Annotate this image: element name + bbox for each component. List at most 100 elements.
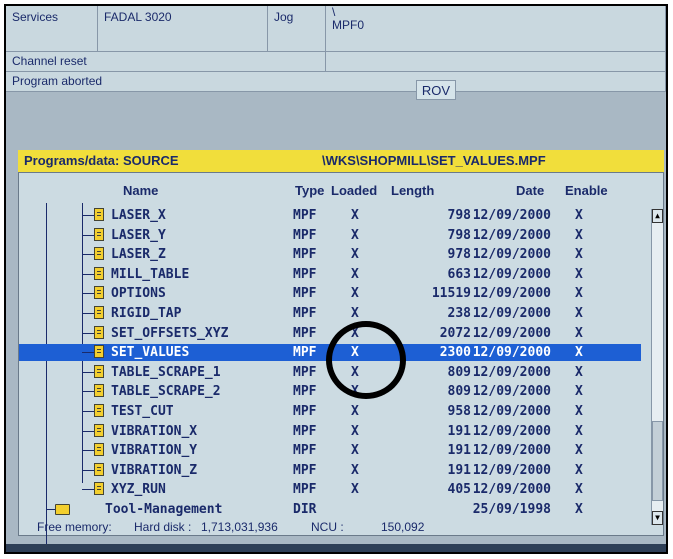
programs-current-path: \WKS\SHOPMILL\SET_VALUES.MPF <box>322 153 546 168</box>
cell-enable: X <box>575 423 583 439</box>
file-icon <box>94 286 104 300</box>
column-header-enable[interactable]: Enable <box>565 183 608 198</box>
scroll-up-button[interactable]: ▲ <box>652 209 663 223</box>
cell-type: MPF <box>293 384 317 400</box>
column-header-name[interactable]: Name <box>123 183 158 198</box>
file-icon <box>94 325 104 339</box>
active-program: MPF0 <box>332 18 365 32</box>
memory-footer: Free memory: Hard disk : 1,713,031,936 N… <box>19 520 663 535</box>
programs-header: Programs/data: SOURCE \WKS\SHOPMILL\SET_… <box>18 150 664 172</box>
path-prefix: \ <box>332 5 336 19</box>
cell-date: 12/09/2000 <box>472 345 551 361</box>
program-row[interactable]: SET_OFFSETS_XYZ MPF X 2072 12/09/2000 X <box>19 325 641 342</box>
cell-date: 12/09/2000 <box>472 462 551 478</box>
program-row[interactable]: TABLE_SCRAPE_2 MPF X 809 12/09/2000 X <box>19 383 641 400</box>
file-icon <box>94 364 104 378</box>
cell-date: 12/09/2000 <box>472 286 551 302</box>
cell-name: LASER_Z <box>111 247 166 263</box>
program-row[interactable]: LASER_Y MPF X 798 12/09/2000 X <box>19 227 641 244</box>
cell-date: 12/09/2000 <box>472 325 551 341</box>
program-row[interactable]: RIGID_TAP MPF X 238 12/09/2000 X <box>19 305 641 322</box>
folder-icon <box>55 504 70 515</box>
cell-loaded: X <box>351 227 359 243</box>
cell-type: MPF <box>293 423 317 439</box>
program-row[interactable]: OPTIONS MPF X 11519 12/09/2000 X <box>19 285 641 302</box>
program-row[interactable]: VIBRATION_X MPF X 191 12/09/2000 X <box>19 423 641 440</box>
cell-loaded: X <box>351 306 359 321</box>
cell-type: MPF <box>293 227 317 243</box>
cell-loaded: X <box>351 462 359 478</box>
program-status: Program aborted <box>6 72 666 92</box>
cell-enable: X <box>575 502 583 517</box>
tree-branch <box>82 469 94 471</box>
cell-loaded: X <box>351 247 359 263</box>
cell-type: MPF <box>293 482 317 498</box>
file-icon <box>94 227 104 241</box>
program-row[interactable]: VIBRATION_Z MPF X 191 12/09/2000 X <box>19 462 641 479</box>
tree-branch <box>82 391 94 393</box>
tree-branch <box>82 371 94 373</box>
program-row[interactable]: VIBRATION_Y MPF X 191 12/09/2000 X <box>19 442 641 459</box>
scroll-thumb[interactable] <box>652 421 663 501</box>
cell-length: 978 <box>447 247 471 263</box>
tree-branch <box>82 254 94 256</box>
column-header-type[interactable]: Type <box>295 183 324 198</box>
cell-enable: X <box>575 364 583 380</box>
cell-date: 12/09/2000 <box>472 227 551 243</box>
program-row[interactable]: MILL_TABLE MPF X 663 12/09/2000 X <box>19 266 641 283</box>
ncu-value: 150,092 <box>381 520 425 534</box>
channel-status: Channel reset <box>6 52 326 72</box>
cell-loaded: X <box>351 423 359 439</box>
cell-name: XYZ_RUN <box>111 482 166 498</box>
column-header-loaded[interactable]: Loaded <box>331 183 377 198</box>
cell-name: OPTIONS <box>111 286 166 302</box>
cell-loaded: X <box>351 286 359 302</box>
cell-length: 958 <box>447 404 471 419</box>
cell-length: 191 <box>447 462 471 478</box>
hard-disk-label: Hard disk : <box>134 520 192 534</box>
rov-indicator: ROV <box>416 80 456 100</box>
program-row[interactable]: LASER_X MPF X 798 12/09/2000 X <box>19 207 641 224</box>
mode-label: Jog <box>268 6 326 52</box>
cell-length: 238 <box>447 306 471 321</box>
cell-name: TABLE_SCRAPE_2 <box>111 384 221 400</box>
tree-branch <box>82 293 94 295</box>
cell-date: 12/09/2000 <box>472 364 551 380</box>
program-row[interactable]: LASER_Z MPF X 978 12/09/2000 X <box>19 246 641 263</box>
vertical-scrollbar[interactable]: ▲ ▼ <box>651 209 663 525</box>
cell-enable: X <box>575 443 583 459</box>
cell-name: Tool-Management <box>105 502 223 517</box>
cell-length: 663 <box>447 266 471 282</box>
cell-type: MPF <box>293 208 317 223</box>
cell-type: MPF <box>293 266 317 282</box>
cell-loaded: X <box>351 208 359 223</box>
cell-enable: X <box>575 208 583 223</box>
program-row[interactable]: XYZ_RUN MPF X 405 12/09/2000 X <box>19 481 641 498</box>
cell-date: 12/09/2000 <box>472 443 551 459</box>
cell-enable: X <box>575 482 583 498</box>
program-row[interactable]: Tool-Management DIR 25/09/1998 X <box>19 501 641 518</box>
program-path-cell: \ MPF0 <box>326 6 666 52</box>
program-row[interactable]: TEST_CUT MPF X 958 12/09/2000 X <box>19 403 641 420</box>
cell-type: MPF <box>293 286 317 302</box>
services-area-label: Services <box>6 6 98 52</box>
cell-type: MPF <box>293 345 317 361</box>
cell-enable: X <box>575 227 583 243</box>
file-icon <box>94 404 104 417</box>
cnc-screen: Services FADAL 3020 Jog \ MPF0 Channel r… <box>4 4 668 554</box>
cell-date: 25/09/1998 <box>472 502 551 517</box>
cell-name: LASER_Y <box>111 227 166 243</box>
column-header-date[interactable]: Date <box>516 183 544 198</box>
tree-branch <box>82 332 94 334</box>
cell-length: 191 <box>447 443 471 459</box>
tree-branch <box>82 489 94 491</box>
cell-name: SET_OFFSETS_XYZ <box>111 325 229 341</box>
column-header-length[interactable]: Length <box>391 183 434 198</box>
cell-enable: X <box>575 384 583 400</box>
cell-loaded: X <box>351 266 359 282</box>
file-icon <box>94 462 104 476</box>
tree-branch <box>82 234 94 236</box>
cell-type: DIR <box>293 502 317 517</box>
programs-source-label: Programs/data: SOURCE <box>24 153 179 168</box>
cell-length: 798 <box>447 227 471 243</box>
